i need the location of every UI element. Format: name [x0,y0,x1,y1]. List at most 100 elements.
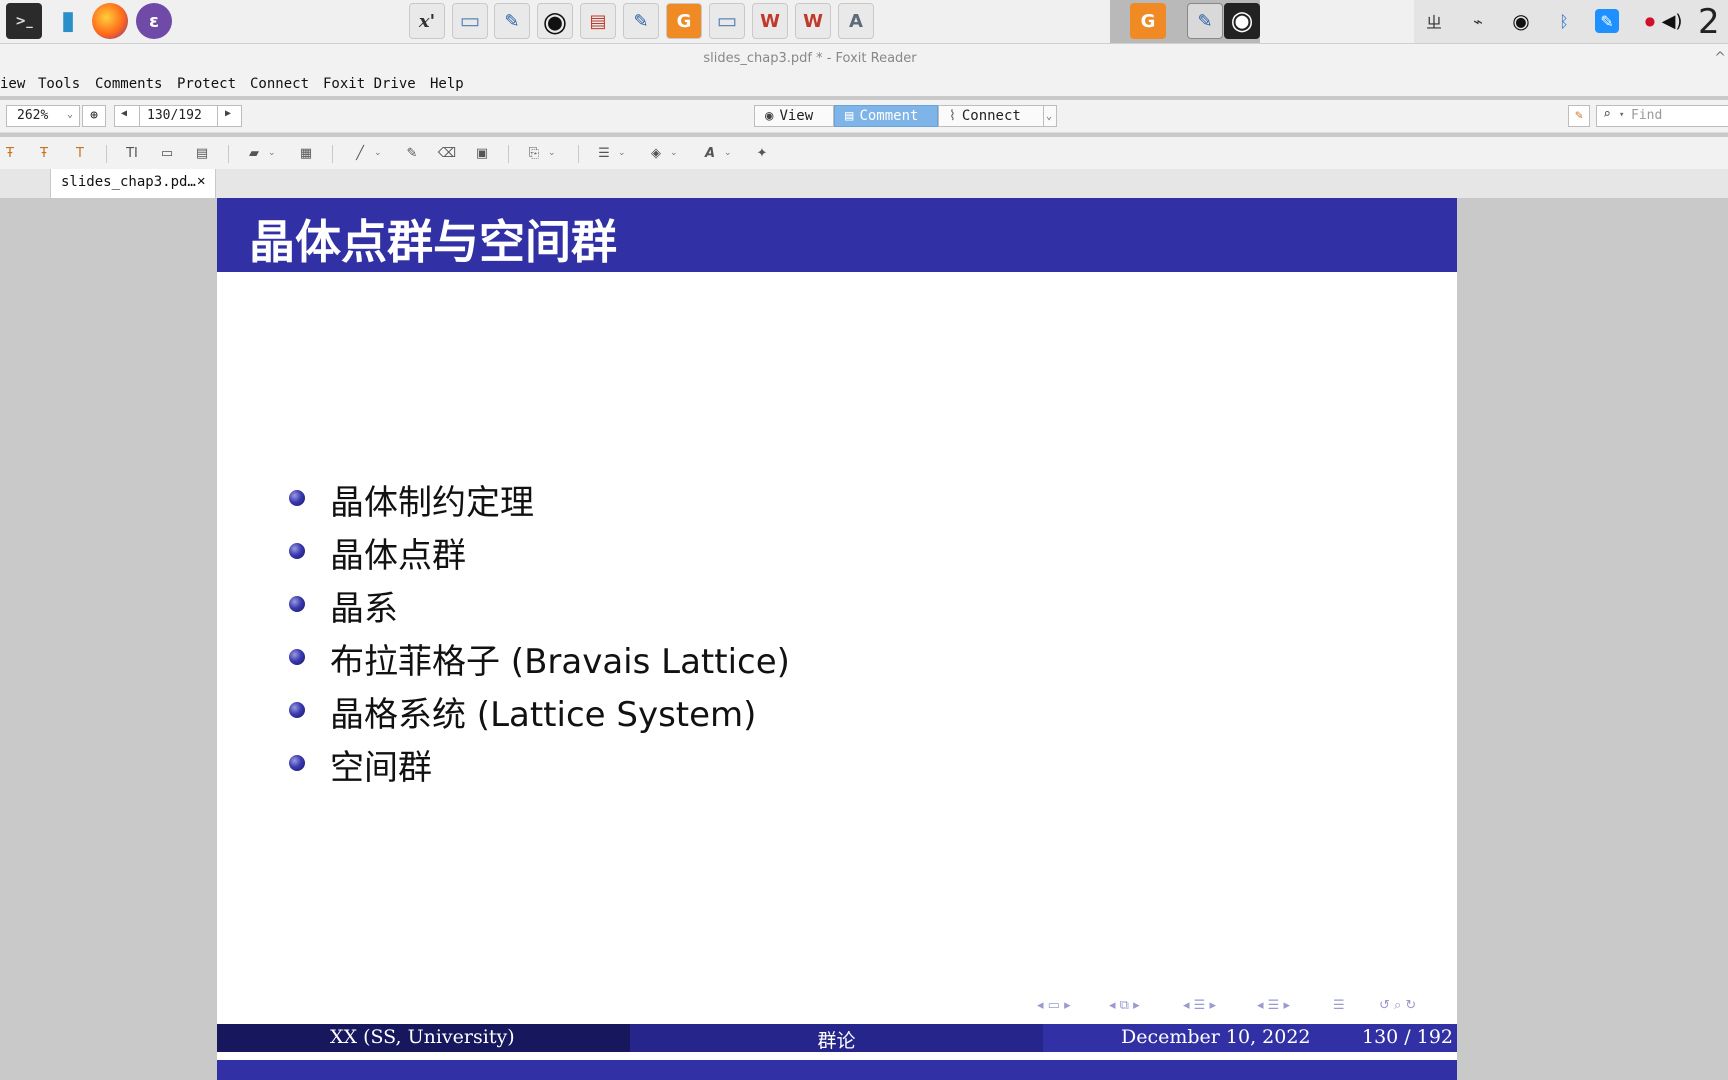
view-mode-button[interactable]: ◉ View [754,105,834,127]
chevron-down-icon[interactable]: ⌄ [548,148,556,158]
previous-page-icon[interactable]: ◀ [121,108,127,119]
eye-icon: ◉ [765,108,774,124]
font-icon[interactable]: A [700,143,720,163]
strikeout-text-icon[interactable]: Ŧ [0,143,20,163]
clock[interactable]: 2 [1698,2,1720,42]
back-search-forward-icon[interactable]: ↺ ⌕ ↻ [1379,998,1416,1013]
input-method-icon[interactable]: ㄓ [1422,9,1446,33]
note-icon[interactable]: ▰ [244,143,264,163]
bluetooth-icon[interactable]: ᛒ [1552,9,1576,33]
bullet-item: 晶体点群 [330,536,466,576]
bullet-icon [289,649,305,665]
folder-icon[interactable]: ▭ [452,3,488,39]
taskbar: >_ ▮ ● ε x' ▭ ✎ ◉ ▤ ✎ G ▭ W W A G ✎ ◉ ㄓ … [0,0,1728,44]
footer-page: 130 / 192 [1362,1026,1454,1048]
fill-color-icon[interactable]: ◈ [646,143,666,163]
squiggly-text-icon[interactable]: Ŧ [34,143,54,163]
pdf-running-icon[interactable]: ✎ [1187,3,1223,39]
bullet-item: 晶体制约定理 [330,483,534,523]
foxit-reader-icon[interactable]: G [666,3,702,39]
textbox-icon[interactable]: ▭ [157,143,177,163]
network-icon[interactable]: ⌁ [1466,9,1490,33]
pencil-icon[interactable]: ✎ [402,143,422,163]
find-input[interactable]: Find [1631,108,1662,123]
callout-icon[interactable]: ▤ [192,143,212,163]
line-icon[interactable]: ╱ [350,143,370,163]
emacs-icon[interactable]: ε [136,3,172,39]
file-manager-icon[interactable]: ▮ [50,3,86,39]
menu-comments[interactable]: Comments [95,76,162,92]
section-nav-icon[interactable]: ◂ ☰ ▸ [1183,998,1216,1013]
foxit-running-icon[interactable]: G [1130,3,1166,39]
menu-tools[interactable]: Tools [38,76,80,92]
area-highlight-icon[interactable]: ▣ [472,143,492,163]
chevron-down-icon[interactable]: ⌄ [724,148,732,158]
menu-help[interactable]: Help [430,76,464,92]
divider [139,106,140,126]
separator [578,145,579,163]
find-box[interactable]: ⌕ ▾ Find [1596,105,1728,127]
pen-icon[interactable]: ✎ [1595,9,1619,33]
footer-author-text: XX (SS, University) [330,1026,515,1048]
eraser-icon[interactable]: ⌫ [437,143,457,163]
chevron-down-icon[interactable]: ⌄ [374,148,382,158]
separator [332,145,333,163]
document-nav-icon[interactable]: ◂ ☰ ▸ [1257,998,1290,1013]
microphone-icon[interactable]: ● [1638,9,1662,33]
menu-foxit-drive[interactable]: Foxit Drive [323,76,416,92]
document-tab-label: slides_chap3.pd… [61,174,196,190]
terminal-icon[interactable]: >_ [6,3,42,39]
menu-view[interactable]: iew [0,76,25,92]
menu-protect[interactable]: Protect [177,76,236,92]
volume-icon[interactable]: ◀) [1660,9,1684,33]
firefox-icon[interactable]: ● [92,3,128,39]
folder-open-icon[interactable]: ▭ [709,3,745,39]
page-number[interactable]: 130/192 [147,108,202,123]
zoom-select[interactable]: 262% ⌄ [6,105,80,127]
window-title: slides_chap3.pdf * - Foxit Reader [703,51,917,66]
next-page-icon[interactable]: ▶ [225,108,231,119]
collapse-caret-icon[interactable]: ^ [1714,50,1726,66]
obs-tray-icon[interactable]: ◉ [1509,9,1533,33]
pin-icon[interactable]: ✦ [752,143,772,163]
xournal-icon[interactable]: A [838,3,874,39]
slide-title: 晶体点群与空间群 [249,215,617,269]
replace-text-icon[interactable]: T [70,143,90,163]
document-viewer-icon[interactable]: ▤ [580,3,616,39]
connect-icon: ⌇ [949,108,956,124]
stamp-icon[interactable]: ⎘ [524,143,544,163]
xmaxima-icon[interactable]: x' [409,3,445,39]
menu-connect[interactable]: Connect [250,76,309,92]
chevron-down-icon[interactable]: ⌄ [670,148,678,158]
wps-writer-icon[interactable]: W [752,3,788,39]
chevron-down-icon[interactable]: ⌄ [618,148,626,158]
pdf-page: 晶体点群与空间群 晶体制约定理 晶体点群 晶系 布拉菲格子 (Bravais L… [217,198,1457,1080]
search-options-chevron-icon[interactable]: ▾ [1619,110,1624,120]
file-attachment-icon[interactable]: ▦ [296,143,316,163]
typewriter-icon[interactable]: TI [122,143,142,163]
zoom-in-icon[interactable]: ⊕ [82,105,106,127]
obs-running-icon[interactable]: ◉ [1224,3,1260,39]
highlight-pen-icon[interactable]: ✎ [1568,105,1590,127]
close-icon[interactable]: ✕ [197,173,205,189]
search-icon: ⌕ [1603,107,1611,122]
chevron-down-icon[interactable]: ⌄ [268,148,276,158]
obs-icon[interactable]: ◉ [537,3,573,39]
slide-footer: XX (SS, University) 群论 December 10, 2022… [217,1024,1457,1052]
connect-mode-button[interactable]: ⌇ Connect [938,105,1044,127]
footer-date: December 10, 2022 [1121,1026,1311,1048]
view-mode-label: View [779,108,814,124]
pdf-signature-icon[interactable]: ✎ [623,3,659,39]
footer-title: 群论 [630,1024,1043,1052]
comment-mode-button[interactable]: ▤ Comment [834,105,938,127]
wps-office-icon[interactable]: W [795,3,831,39]
pdf-signature-icon[interactable]: ✎ [494,3,530,39]
subsection-nav-icon[interactable]: ◂ ⧉ ▸ [1109,998,1140,1013]
frame-nav-icon[interactable]: ◂ ▭ ▸ [1037,998,1071,1013]
page-navigator[interactable]: ◀ 130/192 ▶ [114,105,242,127]
slide-header: 晶体点群与空间群 [217,198,1457,272]
line-style-icon[interactable]: ☰ [594,143,614,163]
toc-nav-icon[interactable]: ☰ [1333,998,1345,1013]
mode-dropdown-icon[interactable]: ⌄ [1043,105,1057,127]
document-tab[interactable]: slides_chap3.pd… ✕ [50,169,216,198]
